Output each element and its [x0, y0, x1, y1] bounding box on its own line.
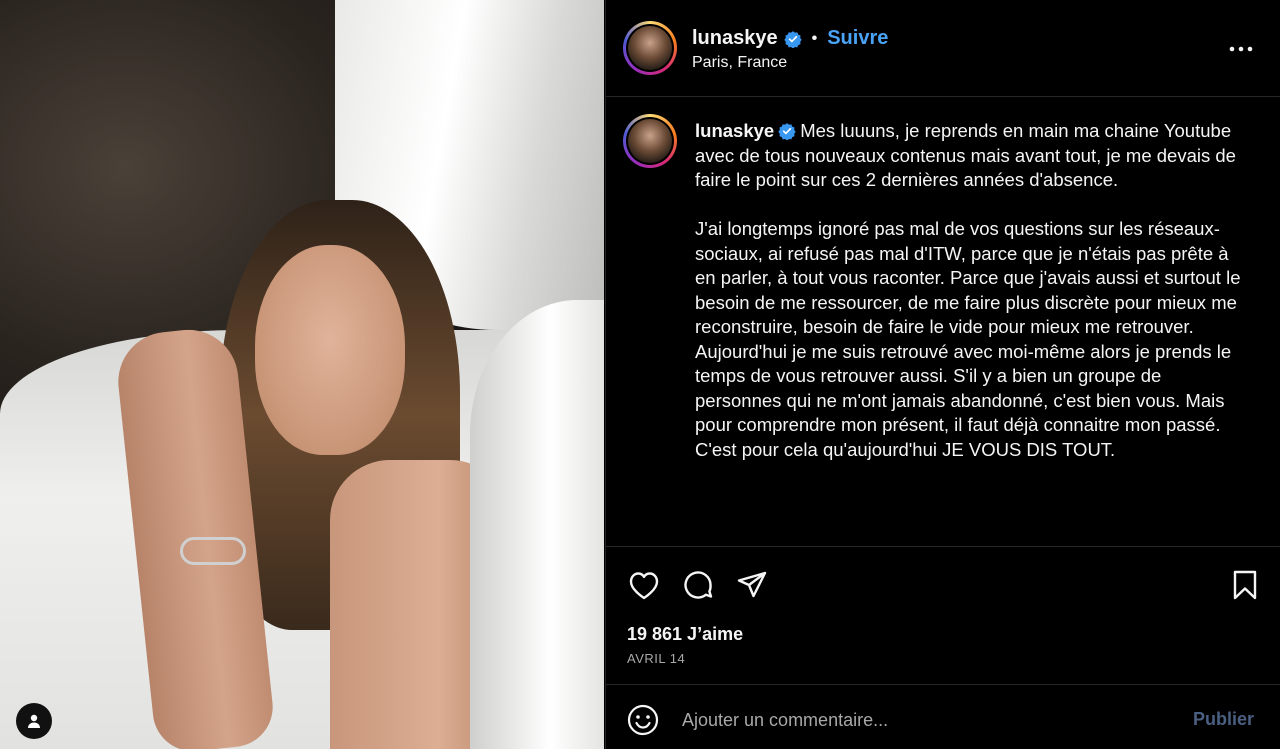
- photo-bracelet: [180, 537, 246, 565]
- caption-text: Mes luuuns, je reprends en main ma chain…: [695, 120, 1241, 460]
- caption-avatar[interactable]: [623, 114, 677, 168]
- verified-badge-icon: [778, 123, 796, 140]
- post-details-panel: lunaskye • Suivre Paris, France lunaskye…: [605, 0, 1280, 749]
- post-date[interactable]: AVRIL 14: [627, 651, 685, 666]
- comment-bar: Publier: [606, 684, 1280, 749]
- share-button[interactable]: [735, 568, 769, 602]
- verified-badge-icon: [783, 30, 802, 48]
- follow-button[interactable]: Suivre: [827, 27, 888, 50]
- caption-username[interactable]: lunaskye: [695, 120, 774, 141]
- likes-count[interactable]: 19 861 J’aime: [627, 624, 743, 645]
- action-bar: [606, 548, 1280, 618]
- user-tags-button[interactable]: [16, 703, 52, 739]
- emoji-icon: [627, 704, 659, 736]
- comment-icon: [684, 571, 713, 599]
- caption-area[interactable]: lunaskye Mes luuuns, je reprends en main …: [606, 97, 1280, 547]
- comment-input[interactable]: [680, 701, 1164, 739]
- comment-button[interactable]: [681, 568, 715, 602]
- post-header: lunaskye • Suivre Paris, France: [606, 0, 1280, 97]
- header-separator: •: [811, 29, 818, 47]
- emoji-button[interactable]: [626, 703, 660, 737]
- photo-pillow: [470, 300, 604, 749]
- header-avatar[interactable]: [623, 21, 677, 75]
- post-location[interactable]: Paris, France: [692, 54, 787, 72]
- more-options-button[interactable]: [1228, 36, 1254, 62]
- post-photo[interactable]: [0, 0, 604, 749]
- user-icon: [28, 714, 40, 728]
- photo-face: [255, 245, 405, 455]
- save-button[interactable]: [1228, 568, 1262, 602]
- heart-icon: [629, 572, 659, 600]
- more-options-icon: [1229, 46, 1253, 52]
- bookmark-icon: [1233, 570, 1257, 600]
- header-username[interactable]: lunaskye: [692, 27, 778, 50]
- post-caption: lunaskye Mes luuuns, je reprends en main …: [695, 119, 1250, 462]
- like-button[interactable]: [627, 568, 661, 602]
- publish-button[interactable]: Publier: [1193, 709, 1254, 730]
- send-icon: [737, 571, 767, 598]
